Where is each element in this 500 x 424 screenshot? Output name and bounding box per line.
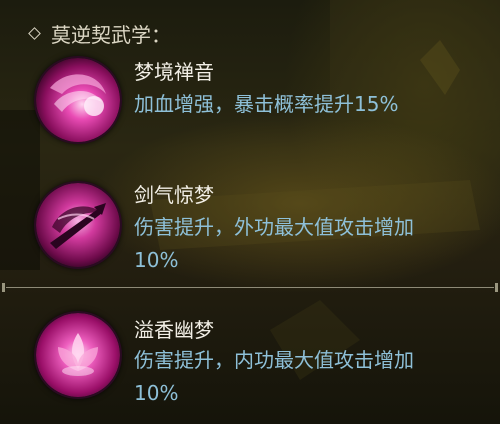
skill-name: 剑气惊梦 [134, 183, 214, 207]
skill-desc-line: 伤害提升，内功最大值攻击增加 [134, 348, 414, 372]
swirl-orb-icon[interactable] [36, 58, 120, 142]
skill-desc-line: 10% [134, 381, 179, 405]
section-header: 莫逆契武学： [28, 20, 171, 47]
skill-name: 梦境禅音 [134, 60, 214, 84]
skill-desc-line: 伤害提升，外功最大值攻击增加 [134, 215, 414, 239]
skill-name: 溢香幽梦 [134, 318, 214, 342]
sword-orb-icon[interactable] [36, 183, 120, 267]
section-divider [0, 283, 500, 293]
section-title: 莫逆契武学： [51, 22, 171, 47]
skill-desc-line: 10% [134, 248, 179, 272]
diamond-bullet-icon [28, 26, 41, 40]
lotus-orb-icon[interactable] [36, 313, 120, 397]
skill-description: 伤害提升，外功最大值攻击增加 10% [134, 211, 494, 277]
skill-description: 伤害提升，内功最大值攻击增加 10% [134, 344, 494, 410]
skill-desc-line: 加血增强，暴击概率提升15% [134, 92, 399, 116]
skill-description: 加血增强，暴击概率提升15% [134, 88, 494, 121]
